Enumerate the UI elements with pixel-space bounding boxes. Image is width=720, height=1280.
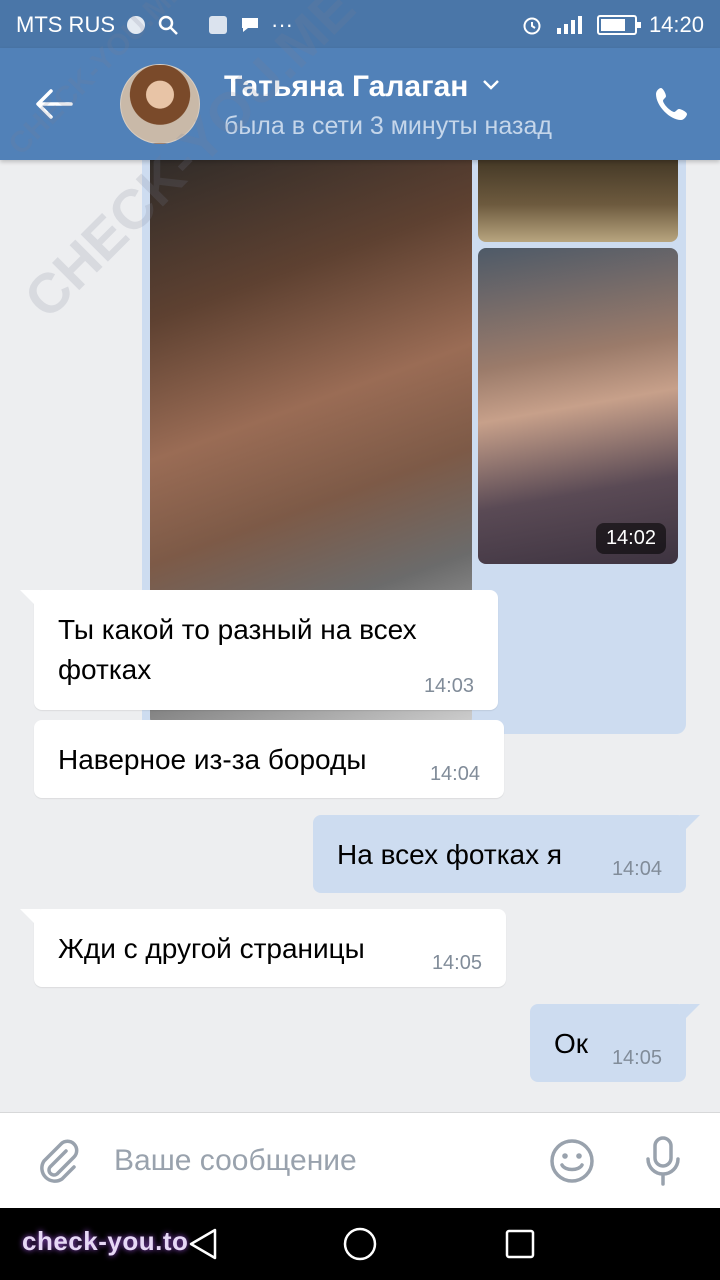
nav-recents-icon[interactable] [504,1228,536,1260]
watermark-url: check-you.to [22,1226,189,1256]
emoji-icon[interactable] [548,1137,596,1185]
message-text: фотках [58,654,152,685]
chat-bubble-icon [242,18,258,32]
message-input[interactable] [114,1137,514,1185]
alarm-icon [523,17,541,35]
contact-avatar[interactable] [120,64,200,144]
nav-home-icon[interactable] [342,1226,378,1262]
system-navigation-bar: check-you.to [0,1208,720,1280]
phone-icon[interactable] [652,84,692,124]
vpn-icon [127,16,145,34]
message-composer [0,1112,720,1208]
carrier-label: MTS RUS [16,12,115,37]
outgoing-message[interactable]: Ок 14:05 [530,1004,700,1082]
chevron-down-icon[interactable] [482,78,500,92]
nav-back-icon[interactable] [185,1226,221,1262]
microphone-icon[interactable] [640,1135,686,1187]
back-button[interactable] [30,84,78,124]
clock: 14:20 [648,12,704,37]
chat-header: Татьяна Галаган была в сети 3 минуты наз… [0,48,720,160]
message-text: Наверное из-за бороды [58,744,367,775]
message-time: 14:04 [611,858,662,880]
incoming-message[interactable]: Наверное из-за бороды 14:04 [34,720,504,798]
incoming-message[interactable]: Жди с другой страницы 14:05 [20,909,506,987]
message-list[interactable]: 14:02 Ты какой то разный на всех фотках … [0,160,720,1112]
message-text: Ты какой то разный на всех [58,614,417,645]
back-arrow-icon [36,89,73,119]
last-seen-status: была в сети 3 минуты назад [224,112,552,140]
battery-icon [596,15,641,35]
photo-attachment[interactable] [478,160,678,242]
contact-name[interactable]: Татьяна Галаган [224,70,468,104]
message-time: 14:05 [431,952,482,974]
signal-icon [556,16,582,34]
more-notifications-icon: ··· [271,12,293,37]
vk-app-icon [209,16,227,34]
message-text: Жди с другой страницы [58,933,365,964]
message-time: 14:03 [423,675,474,697]
photo-attachment[interactable]: 14:02 [478,248,678,564]
message-time: 14:05 [611,1047,662,1069]
message-time: 14:04 [429,763,480,785]
search-icon [158,15,178,35]
message-time: 14:02 [595,523,666,554]
outgoing-message[interactable]: На всех фотках я 14:04 [313,815,700,893]
incoming-message[interactable]: Ты какой то разный на всех фотках 14:03 [20,590,498,710]
status-bar: MTS RUS ··· 14:20 [0,0,720,48]
paperclip-icon[interactable] [36,1139,80,1185]
